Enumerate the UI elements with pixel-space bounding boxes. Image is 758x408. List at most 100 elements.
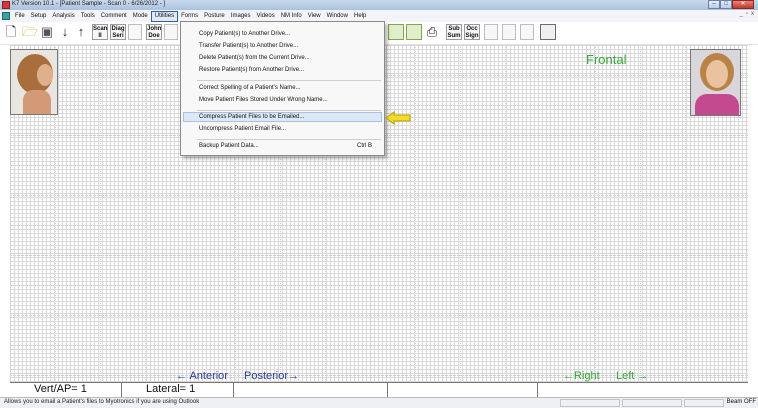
patient-icon[interactable] (540, 24, 556, 40)
status-cell (234, 383, 388, 397)
new-document-icon[interactable]: 🗋 (4, 24, 18, 40)
mdi-close-icon[interactable]: x (751, 11, 754, 17)
left-label: Left → (616, 370, 649, 382)
status-cell (538, 383, 748, 397)
status-bar: Allows you to email a Patient's files to… (0, 397, 758, 408)
menu-separator (197, 139, 381, 140)
status-pane (560, 399, 620, 407)
status-pane (684, 399, 724, 407)
grid-line (10, 165, 748, 166)
title-bar: K7 Version 10.1 - [Patient Sample - Scan… (0, 0, 758, 10)
grid-line (595, 45, 596, 382)
grid-line (415, 45, 416, 382)
window-title: K7 Version 10.1 - [Patient Sample - Scan… (12, 1, 166, 7)
menu-comment[interactable]: Comment (98, 12, 130, 21)
posterior-label: Posterior→ (244, 370, 300, 382)
save-icon[interactable]: ▣ (40, 24, 54, 40)
menu-item-compress-files[interactable]: Compress Patient Files to be Emailed... (199, 114, 304, 120)
menu-item-transfer-patients[interactable]: Transfer Patient(s) to Another Drive... (199, 43, 298, 49)
menu-analysis[interactable]: Analysis (49, 12, 77, 21)
menu-item-uncompress-file[interactable]: Uncompress Patient Email File... (199, 126, 286, 132)
mdi-minimize-icon[interactable]: _ (740, 11, 743, 17)
menu-tools[interactable]: Tools (78, 12, 98, 21)
shirt-shape (695, 94, 739, 115)
print-icon[interactable]: ⎙ (425, 24, 439, 40)
sub-sum-button[interactable]: Sub Sum (446, 24, 462, 40)
menu-item-correct-spelling[interactable]: Correct Spelling of a Patient's Name... (199, 85, 301, 91)
menu-setup[interactable]: Setup (28, 12, 50, 21)
grid-line (10, 195, 748, 196)
utilities-menu: Copy Patient(s) to Another Drive... Tran… (180, 21, 385, 156)
arrow-down-icon[interactable]: ↓ (58, 24, 72, 40)
maximize-button[interactable]: □ (720, 0, 732, 9)
menu-forms[interactable]: Forms (178, 12, 201, 21)
layout-icon[interactable] (484, 24, 498, 40)
menu-utilities[interactable]: Utilities (150, 10, 179, 22)
mdi-restore-icon[interactable]: ▫ (746, 11, 748, 17)
menu-window[interactable]: Window (324, 12, 351, 21)
diag-seri-button[interactable]: Diag Seri (110, 24, 126, 40)
menu-item-restore-patients[interactable]: Restore Patient(s) from Another Drive... (199, 67, 304, 73)
chart-tool-icon[interactable] (388, 24, 404, 40)
occ-sign-button[interactable]: Occ Sign (464, 24, 480, 40)
chart-tool-2-icon[interactable] (406, 24, 422, 40)
grid-line (505, 45, 506, 382)
grid-line (100, 45, 101, 382)
disabled-tool-icon[interactable] (128, 24, 142, 40)
menu-item-copy-patients[interactable]: Copy Patient(s) to Another Drive... (199, 31, 290, 37)
minimize-button[interactable]: – (708, 0, 720, 9)
menu-item-move-patient-files[interactable]: Move Patient Files Stored Under Wrong Na… (199, 97, 328, 103)
anterior-label: ← Anterior (176, 370, 228, 382)
menu-file[interactable]: File (12, 12, 28, 21)
menu-videos[interactable]: Videos (253, 12, 277, 21)
menu-images[interactable]: Images (228, 12, 254, 21)
layout-2-icon[interactable] (502, 24, 516, 40)
layout-3-icon[interactable] (520, 24, 534, 40)
neck-shape (23, 90, 51, 114)
vert-ap-scale: Vert/AP= 1 (10, 383, 122, 397)
grid-line (10, 255, 748, 256)
beam-status: Beam OFF (726, 399, 756, 405)
app-icon (2, 1, 10, 9)
grid-line (685, 45, 686, 382)
status-message: Allows you to email a Patient's files to… (4, 399, 200, 405)
menu-help[interactable]: Help (351, 12, 369, 21)
menu-item-delete-patients[interactable]: Delete Patient(s) from the Current Drive… (199, 55, 310, 61)
scale-status-row: Vert/AP= 1 Lateral= 1 (10, 382, 748, 398)
menu-nm-info[interactable]: NM Info (278, 12, 305, 21)
menu-separator (197, 80, 381, 81)
frontal-label: Frontal (586, 52, 627, 67)
grid-line (10, 225, 748, 226)
open-folder-icon[interactable]: 🗁 (22, 24, 38, 40)
frontal-patient-photo (690, 49, 741, 116)
grid-line (460, 45, 461, 382)
grid-line (10, 285, 748, 286)
menu-mode[interactable]: Mode (130, 12, 151, 21)
menu-item-backup-data[interactable]: Backup Patient Data... (199, 143, 259, 149)
grid-line (145, 45, 146, 382)
grid-line (10, 315, 748, 316)
lateral-patient-photo (10, 49, 58, 115)
tool-icon[interactable] (164, 24, 178, 40)
backup-shortcut: Ctrl B (357, 143, 372, 149)
menu-view[interactable]: View (305, 12, 324, 21)
menu-separator (197, 110, 381, 111)
status-pane (622, 399, 682, 407)
status-cell (388, 383, 538, 397)
close-button[interactable]: ✕ (732, 0, 754, 9)
grid-line (550, 45, 551, 382)
scan-button[interactable]: Scan II (92, 24, 108, 40)
menu-posture[interactable]: Posture (201, 12, 228, 21)
face-shape (706, 60, 728, 88)
lateral-scale: Lateral= 1 (122, 383, 234, 397)
mdi-controls: _ ▫ x (740, 11, 754, 17)
face-shape (37, 64, 53, 86)
window-controls: – □ ✕ (708, 0, 754, 9)
grid-line (10, 345, 748, 346)
john-doe-button[interactable]: John Doe (146, 24, 162, 40)
grid-line (640, 45, 641, 382)
right-label: ←Right (563, 370, 600, 382)
arrow-up-icon[interactable]: ↑ (74, 24, 88, 40)
pointer-arrow-icon (385, 111, 411, 125)
document-icon[interactable] (2, 12, 10, 20)
